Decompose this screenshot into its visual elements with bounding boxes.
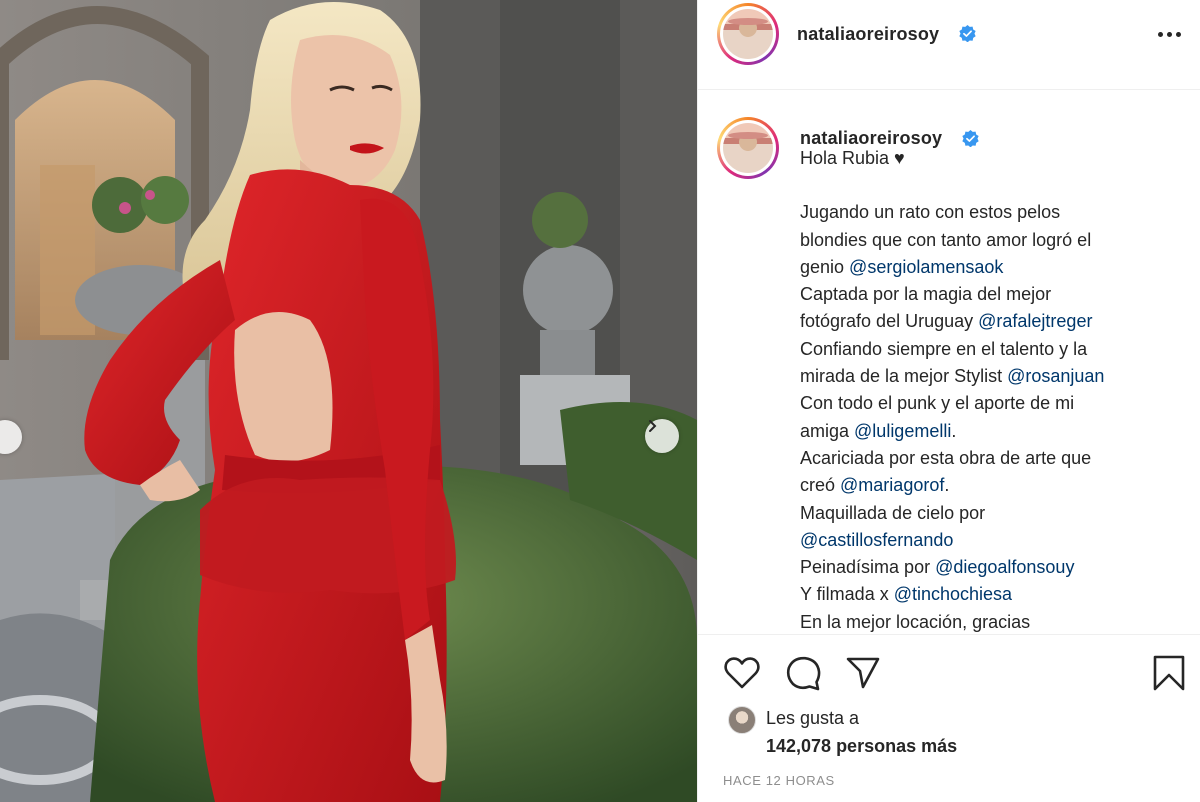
likes-label: Les gusta a bbox=[766, 708, 860, 728]
caption-area: nataliaoreirosoy Hola Rubia ♥ Jugando un… bbox=[698, 91, 1200, 634]
caption-line: Acariciada por esta obra de arte que bbox=[800, 445, 1180, 472]
caption-text-segment: Captada por la magia del mejor bbox=[800, 284, 1052, 305]
caption-text-segment: Y filmada x bbox=[800, 584, 894, 605]
heart-icon[interactable] bbox=[724, 657, 760, 689]
caption-line: Confiando siempre en el talento y la bbox=[800, 336, 1180, 363]
chevron-right-icon bbox=[649, 420, 657, 432]
more-horizontal-icon bbox=[1157, 31, 1163, 37]
caption-line: Con todo el punk y el aporte de mi bbox=[800, 390, 1180, 417]
caption-line: blondies que con tanto amor logró el bbox=[800, 227, 1180, 254]
likes-count-link[interactable]: 142,078 personas más bbox=[766, 736, 957, 757]
mention-link[interactable]: @tinchochiesa bbox=[894, 584, 1012, 604]
mention-link[interactable]: @castillosfernando bbox=[800, 530, 953, 550]
carousel-next-button[interactable] bbox=[645, 419, 679, 453]
caption-text-segment: En la mejor locación, gracias bbox=[800, 611, 1031, 632]
caption-line: @castillosfernando bbox=[800, 527, 1180, 554]
caption-text-segment: blondies que con tanto amor logró el bbox=[800, 229, 1092, 250]
caption-text-segment: amiga bbox=[800, 420, 855, 441]
mention-link[interactable]: @rafalejtreger bbox=[978, 311, 1092, 331]
post-header: nataliaoreirosoy bbox=[698, 0, 1200, 90]
caption-text: Hola Rubia ♥ Jugando un rato con estos p… bbox=[800, 145, 1180, 634]
caption-line: En la mejor locación, gracias bbox=[800, 609, 1180, 634]
verified-badge-icon bbox=[959, 25, 976, 42]
caption-line: creó @mariagorof. bbox=[800, 472, 1180, 499]
post-actions: Les gusta a 142,078 personas más HACE 12… bbox=[698, 634, 1200, 802]
caption-text-segment: fotógrafo del Uruguay bbox=[800, 311, 979, 332]
caption-text-segment: creó bbox=[800, 475, 841, 496]
caption-body: Jugando un rato con estos pelos blondies … bbox=[800, 199, 1180, 634]
caption-text-segment: Con todo el punk y el aporte de mi bbox=[800, 393, 1075, 414]
mention-link[interactable]: @mariagorof bbox=[840, 475, 944, 495]
caption-text-segment: Confiando siempre en el talento y la bbox=[800, 338, 1088, 359]
profile-avatar[interactable] bbox=[717, 3, 779, 65]
mention-link[interactable]: @rosanjuan bbox=[1007, 366, 1104, 386]
send-icon[interactable] bbox=[846, 657, 880, 689]
caption-line: fotógrafo del Uruguay @rafalejtreger bbox=[800, 308, 1180, 335]
caption-text-segment: . bbox=[944, 475, 950, 496]
caption-line: mirada de la mejor Stylist @rosanjuan bbox=[800, 363, 1180, 390]
photo-illustration bbox=[0, 0, 697, 802]
post-timestamp[interactable]: HACE 12 HORAS bbox=[723, 773, 835, 788]
mention-link[interactable]: @luligemelli bbox=[854, 421, 951, 441]
caption-text-segment: Maquillada de cielo por bbox=[800, 502, 986, 523]
bookmark-icon[interactable] bbox=[1153, 655, 1185, 691]
mention-link[interactable]: @diegoalfonsouy bbox=[935, 557, 1074, 577]
caption-text-segment: genio bbox=[800, 256, 850, 277]
caption-text-segment: . bbox=[951, 420, 957, 441]
post-photo[interactable] bbox=[0, 0, 697, 802]
caption-text-segment: Jugando un rato con estos pelos bbox=[800, 202, 1061, 223]
caption-first-line: Hola Rubia ♥ bbox=[800, 148, 905, 168]
caption-line: Captada por la magia del mejor bbox=[800, 281, 1180, 308]
caption-line: Peinadísima por @diegoalfonsouy bbox=[800, 554, 1180, 581]
username-link[interactable]: nataliaoreirosoy bbox=[797, 24, 939, 45]
mention-link[interactable]: @sergiolamensaok bbox=[849, 257, 1003, 277]
caption-line: Y filmada x @tinchochiesa bbox=[800, 581, 1180, 608]
caption-text-segment: Acariciada por esta obra de arte que bbox=[800, 447, 1092, 468]
caption-avatar[interactable] bbox=[717, 117, 779, 179]
chevron-left-icon bbox=[0, 420, 2, 434]
caption-line: Jugando un rato con estos pelos bbox=[800, 199, 1180, 226]
post-sidebar: nataliaoreirosoy nataliaoreirosoy Hola R… bbox=[697, 0, 1200, 802]
caption-line: genio @sergiolamensaok bbox=[800, 254, 1180, 281]
caption-line: Maquillada de cielo por bbox=[800, 500, 1180, 527]
caption-text-segment: mirada de la mejor Stylist bbox=[800, 366, 1008, 387]
more-options-button[interactable] bbox=[1154, 22, 1184, 46]
caption-text-segment: Peinadísima por bbox=[800, 557, 936, 578]
liker-avatar[interactable] bbox=[728, 706, 756, 734]
caption-line: amiga @luligemelli. bbox=[800, 418, 1180, 445]
comment-icon[interactable] bbox=[786, 656, 821, 691]
